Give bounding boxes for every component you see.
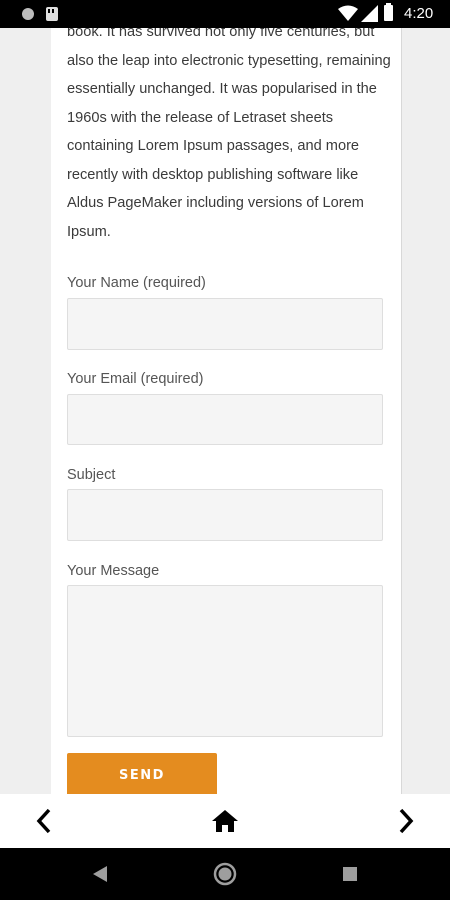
back-button[interactable] (14, 794, 74, 848)
back-triangle-icon (93, 866, 107, 882)
status-bar: 4:20 (0, 0, 450, 28)
forward-button[interactable] (376, 794, 436, 848)
chevron-left-icon (36, 808, 51, 834)
wifi-icon (338, 5, 358, 21)
system-home-button[interactable] (195, 848, 255, 900)
send-button[interactable]: SEND (67, 753, 217, 794)
system-recents-button[interactable] (320, 848, 380, 900)
system-back-button[interactable] (70, 848, 130, 900)
recents-square-icon (343, 867, 357, 881)
content-panel: book. It has survived not only five cent… (51, 28, 401, 794)
name-label: Your Name (required) (67, 275, 206, 291)
intro-paragraph: book. It has survived not only five cent… (67, 28, 391, 240)
subject-input[interactable] (67, 489, 383, 541)
sd-card-icon (46, 7, 58, 21)
app-bottom-nav (0, 794, 450, 848)
status-time: 4:20 (404, 5, 434, 22)
signal-icon (361, 5, 378, 22)
name-input[interactable] (67, 298, 383, 350)
system-nav-bar (0, 848, 450, 900)
subject-label: Subject (67, 467, 116, 483)
home-button[interactable] (195, 794, 255, 848)
email-input[interactable] (67, 394, 383, 445)
home-circle-icon (213, 862, 237, 886)
message-textarea[interactable] (67, 585, 383, 737)
email-label: Your Email (required) (67, 371, 204, 387)
message-label: Your Message (67, 563, 160, 579)
chevron-right-icon (399, 808, 414, 834)
notification-dot-icon (22, 8, 34, 20)
home-icon (212, 810, 238, 832)
panel-divider (401, 28, 402, 794)
battery-icon (384, 3, 393, 21)
